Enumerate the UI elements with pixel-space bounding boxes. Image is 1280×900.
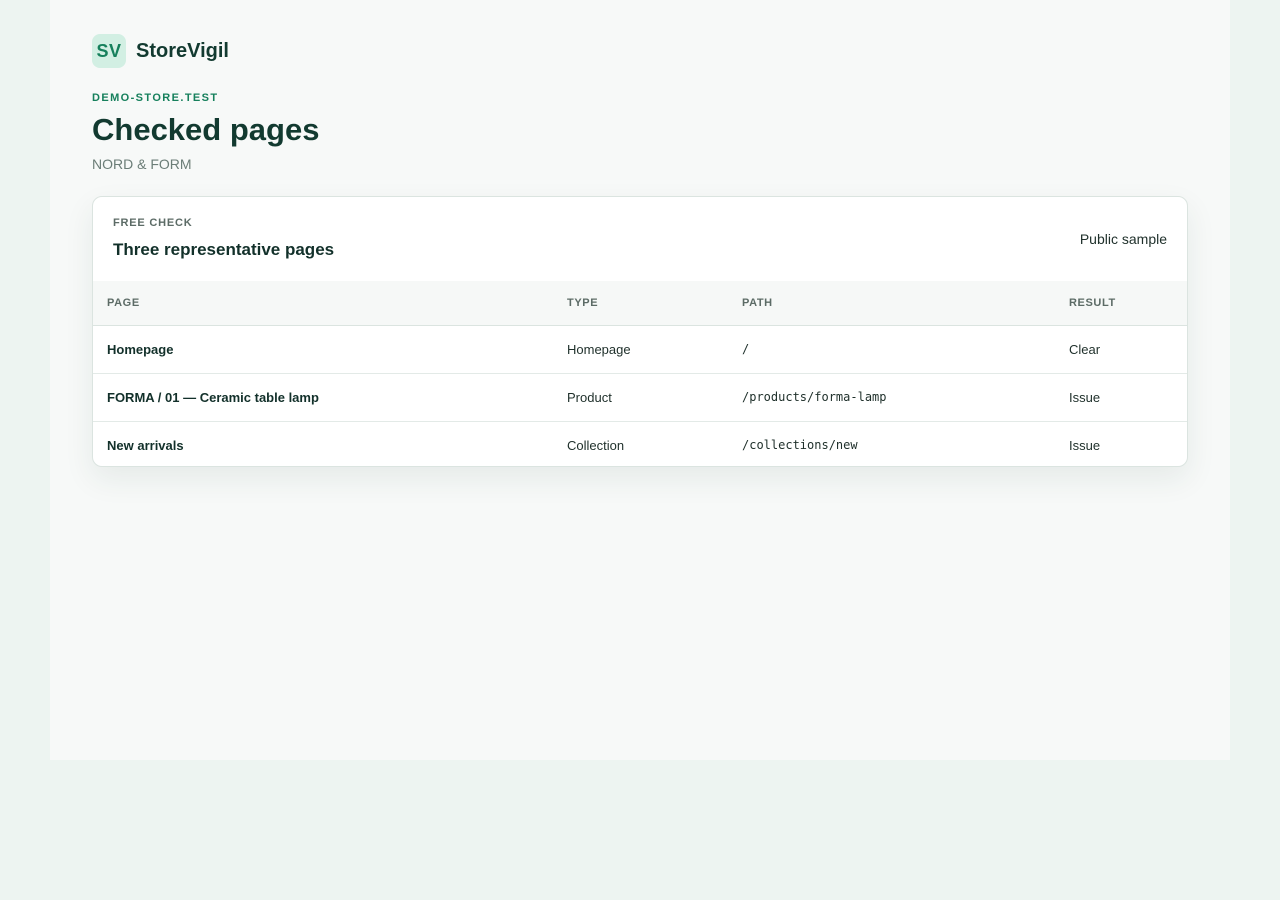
table-row[interactable]: FORMA / 01 — Ceramic table lamp Product … [93,373,1187,422]
logo: SV [92,34,126,68]
cell-type: Collection [567,437,625,453]
cell-path: /products/forma-lamp [728,373,1055,422]
cell-page: New arrivals [107,437,184,453]
store-domain: DEMO-STORE.TEST [92,92,219,104]
sample-badge: Public sample [1079,231,1167,247]
table-row[interactable]: New arrivals Collection /collections/new… [93,421,1187,466]
cell-result: Issue [1069,437,1101,453]
store-name: NORD & FORM [92,156,192,172]
cell-result: Issue [1055,373,1187,422]
pages-table: PAGE TYPE PATH RESULT Homepage Homepage … [93,281,1187,466]
page-title: Checked pages [92,112,320,147]
cell-type: Homepage [553,325,728,374]
cell-page: Homepage [93,325,553,374]
column-header-path: PATH [728,281,1055,326]
checked-pages-card: FREE CHECK Three representative pages Pu… [92,196,1188,467]
column-header-result: RESULT [1055,281,1187,326]
cell-path: / [728,325,1055,374]
brand[interactable]: SV StoreVigil [92,34,229,68]
table-header-row: PAGE TYPE PATH RESULT [93,281,1187,326]
brand-name: StoreVigil [136,39,229,62]
column-header-type: TYPE [553,281,728,326]
cell-result: Clear [1055,325,1187,374]
table-row[interactable]: Homepage Homepage / Clear [93,325,1187,374]
cell-page: FORMA / 01 — Ceramic table lamp [93,373,553,422]
column-header-page: PAGE [93,281,553,326]
card-header: FREE CHECK Three representative pages Pu… [93,197,1187,282]
page-container: SV StoreVigil DEMO-STORE.TEST Checked pa… [50,0,1230,760]
card-eyebrow: FREE CHECK [113,217,193,229]
cell-type: Product [553,373,728,422]
cell-path: /collections/new [742,438,858,452]
card-title: Three representative pages [113,240,335,259]
